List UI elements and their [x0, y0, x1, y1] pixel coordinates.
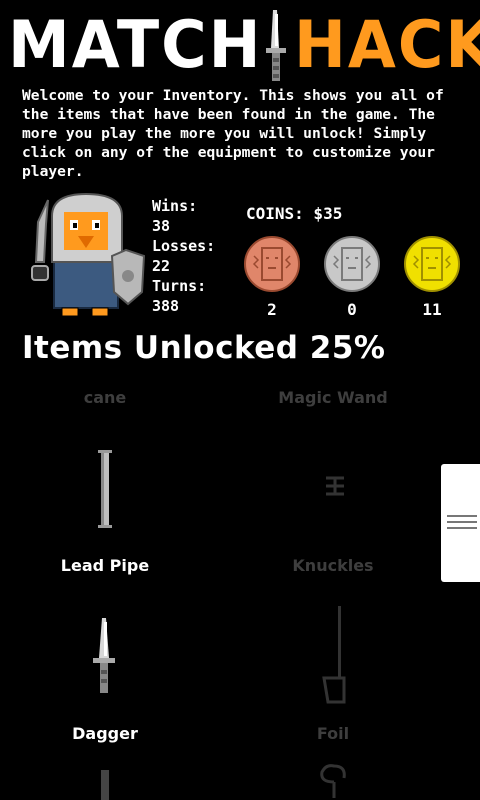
item-label-knuckles[interactable]: Knuckles [233, 556, 433, 575]
menu-line-icon [447, 515, 477, 517]
losses-value: 22 [152, 257, 171, 275]
menu-line-icon [447, 521, 477, 523]
item-label-cane[interactable]: cane [5, 388, 205, 407]
game-logo: MATCH HACK [8, 6, 480, 84]
sword-icon [266, 10, 286, 81]
item-label-lead-pipe[interactable]: Lead Pipe [5, 556, 205, 575]
knuckles-icon[interactable] [322, 474, 348, 500]
turns-value: 388 [152, 297, 180, 315]
next-item-icon-locked[interactable] [316, 764, 352, 800]
item-label-dagger[interactable]: Dagger [5, 724, 205, 743]
foil-icon[interactable] [318, 606, 348, 706]
bronze-coin-count: 2 [267, 300, 277, 319]
item-label-foil[interactable]: Foil [233, 724, 433, 743]
player-stats: Wins: 38 Losses: 22 Turns: 388 [152, 196, 215, 316]
items-unlocked-title: Items Unlocked 25% [22, 330, 386, 366]
bronze-coin-icon [244, 236, 300, 292]
gold-coin-count: 11 [422, 300, 442, 319]
player-avatar[interactable] [30, 192, 148, 322]
dagger-icon[interactable] [91, 618, 117, 696]
gold-coin-icon [404, 236, 460, 292]
silver-coin-icon [324, 236, 380, 292]
menu-line-icon [447, 527, 477, 529]
item-label-magic-wand[interactable]: Magic Wand [233, 388, 433, 407]
lead-pipe-icon[interactable] [98, 450, 112, 528]
wins-value: 38 [152, 217, 171, 235]
logo-match-text: MATCH [8, 6, 263, 83]
intro-text: Welcome to your Inventory. This shows yo… [22, 87, 444, 180]
silver-coin-count: 0 [347, 300, 357, 319]
logo-hack-text: HACK [294, 6, 480, 83]
coins-total: COINS: $35 [246, 204, 343, 223]
next-item-icon[interactable] [98, 770, 112, 800]
turns-label: Turns: [152, 277, 207, 295]
wins-label: Wins: [152, 197, 198, 215]
losses-label: Losses: [152, 237, 216, 255]
drawer-handle[interactable] [441, 464, 480, 582]
